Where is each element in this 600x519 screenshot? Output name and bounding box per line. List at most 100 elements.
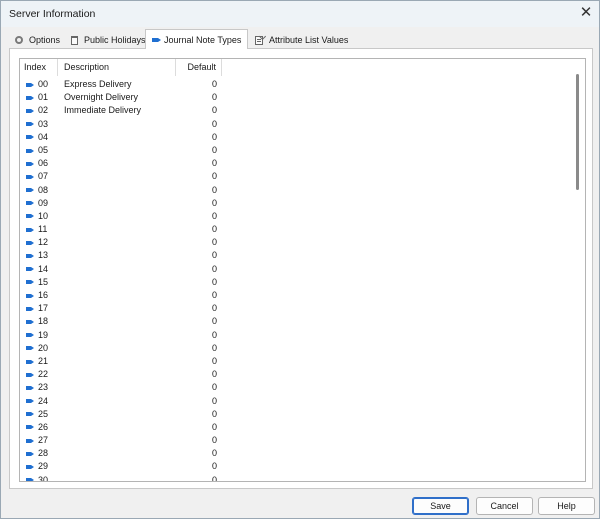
row-index: 04 [26, 131, 58, 144]
row-index-text: 12 [38, 237, 49, 248]
list-item[interactable]: 01 Overnight Delivery 0 [20, 91, 568, 104]
row-description [64, 355, 176, 368]
vertical-scrollbar[interactable] [572, 60, 584, 481]
list-item[interactable]: 27 0 [20, 434, 568, 447]
row-description [64, 447, 176, 460]
list-rows: 00 Express Delivery 0 01 Overnight Delivery 0… [20, 78, 568, 482]
row-index: 00 [26, 78, 58, 91]
tab-journal-note-types[interactable]: Journal Note Types [145, 29, 249, 49]
scrollbar-thumb[interactable] [576, 74, 579, 190]
row-index: 20 [26, 342, 58, 355]
journal-note-types-list[interactable]: Index Description Default 00 Express Deli… [19, 58, 586, 482]
row-index-text: 09 [38, 197, 49, 208]
column-header-description[interactable]: Description [58, 59, 176, 76]
list-item[interactable]: 17 0 [20, 302, 568, 315]
list-item[interactable]: 09 0 [20, 197, 568, 210]
tag-icon [26, 372, 34, 377]
row-description [64, 434, 176, 447]
tab-public-holidays[interactable]: Public Holidays [65, 31, 152, 49]
list-item[interactable]: 19 0 [20, 329, 568, 342]
row-index-text: 28 [38, 448, 49, 459]
list-item[interactable]: 30 0 [20, 474, 568, 482]
list-item[interactable]: 12 0 [20, 236, 568, 249]
close-button[interactable]: ✕ [573, 2, 599, 26]
list-item[interactable]: 29 0 [20, 460, 568, 473]
row-description [64, 263, 176, 276]
row-index-text: 19 [38, 329, 49, 340]
list-item[interactable]: 13 0 [20, 249, 568, 262]
tag-icon [26, 306, 34, 311]
row-index: 13 [26, 249, 58, 262]
row-default: 0 [211, 382, 217, 393]
row-description: Immediate Delivery [64, 105, 142, 116]
tag-icon [26, 359, 34, 364]
list-item[interactable]: 26 0 [20, 421, 568, 434]
row-index-text: 30 [38, 474, 49, 482]
row-description [64, 197, 176, 210]
row-index-text: 18 [38, 316, 49, 327]
row-default: 0 [211, 290, 217, 300]
list-item[interactable]: 05 0 [20, 144, 568, 157]
row-description [64, 460, 176, 473]
list-item[interactable]: 08 0 [20, 184, 568, 197]
tab-label: Attribute List Values [269, 35, 349, 45]
row-default: 0 [211, 276, 217, 287]
row-index-text: 20 [38, 342, 49, 353]
list-item[interactable]: 18 0 [20, 315, 568, 328]
tag-icon [26, 254, 34, 259]
list-item[interactable]: 07 0 [20, 170, 568, 183]
row-description [64, 170, 176, 183]
row-default: 0 [211, 421, 217, 432]
tab-options[interactable]: Options [9, 31, 66, 49]
list-item[interactable]: 15 0 [20, 276, 568, 289]
list-item[interactable]: 21 0 [20, 355, 568, 368]
row-index-text: 29 [38, 461, 49, 472]
row-description [64, 223, 176, 236]
row-index: 29 [26, 460, 58, 473]
tag-icon [26, 319, 34, 324]
list-item[interactable]: 14 0 [20, 263, 568, 276]
row-default: 0 [211, 184, 217, 195]
row-index: 14 [26, 263, 58, 276]
list-item[interactable]: 00 Express Delivery 0 [20, 78, 568, 91]
tab-label: Journal Note Types [164, 34, 242, 45]
row-description [64, 236, 176, 249]
list-item[interactable]: 10 0 [20, 210, 568, 223]
tag-icon [26, 240, 34, 245]
list-item[interactable]: 04 0 [20, 131, 568, 144]
list-item[interactable]: 02 Immediate Delivery 0 [20, 104, 568, 117]
tag-icon [26, 451, 34, 456]
row-index: 10 [26, 210, 58, 223]
help-button[interactable]: Help [538, 497, 595, 515]
tab-attribute-list-values[interactable]: Attribute List Values [249, 31, 354, 49]
row-description [64, 315, 176, 328]
tab-label: Options [29, 35, 61, 45]
save-button[interactable]: Save [412, 497, 469, 515]
list-item[interactable]: 23 0 [20, 381, 568, 394]
row-index-text: 15 [38, 276, 49, 287]
list-item[interactable]: 03 0 [20, 118, 568, 131]
list-item[interactable]: 20 0 [20, 342, 568, 355]
list-item[interactable]: 28 0 [20, 447, 568, 460]
row-description [64, 395, 176, 408]
tag-icon [26, 412, 34, 417]
column-header-default[interactable]: Default [176, 59, 222, 76]
list-item[interactable]: 24 0 [20, 395, 568, 408]
row-description [64, 276, 176, 289]
list-item[interactable]: 11 0 [20, 223, 568, 236]
tab-bar: Options Public Holidays Journal Note Typ… [9, 29, 593, 49]
list-item[interactable]: 06 0 [20, 157, 568, 170]
list-header: Index Description Default [20, 59, 568, 76]
row-default: 0 [211, 105, 217, 116]
row-index: 28 [26, 447, 58, 460]
tag-icon [26, 174, 34, 179]
list-item[interactable]: 22 0 [20, 368, 568, 381]
row-default: 0 [211, 461, 217, 472]
list-item[interactable]: 16 0 [20, 289, 568, 302]
tag-icon [26, 267, 34, 272]
row-default: 0 [211, 237, 217, 248]
cancel-button[interactable]: Cancel [476, 497, 533, 515]
row-index-text: 01 [38, 92, 49, 103]
list-item[interactable]: 25 0 [20, 408, 568, 421]
column-header-index[interactable]: Index [20, 59, 58, 76]
